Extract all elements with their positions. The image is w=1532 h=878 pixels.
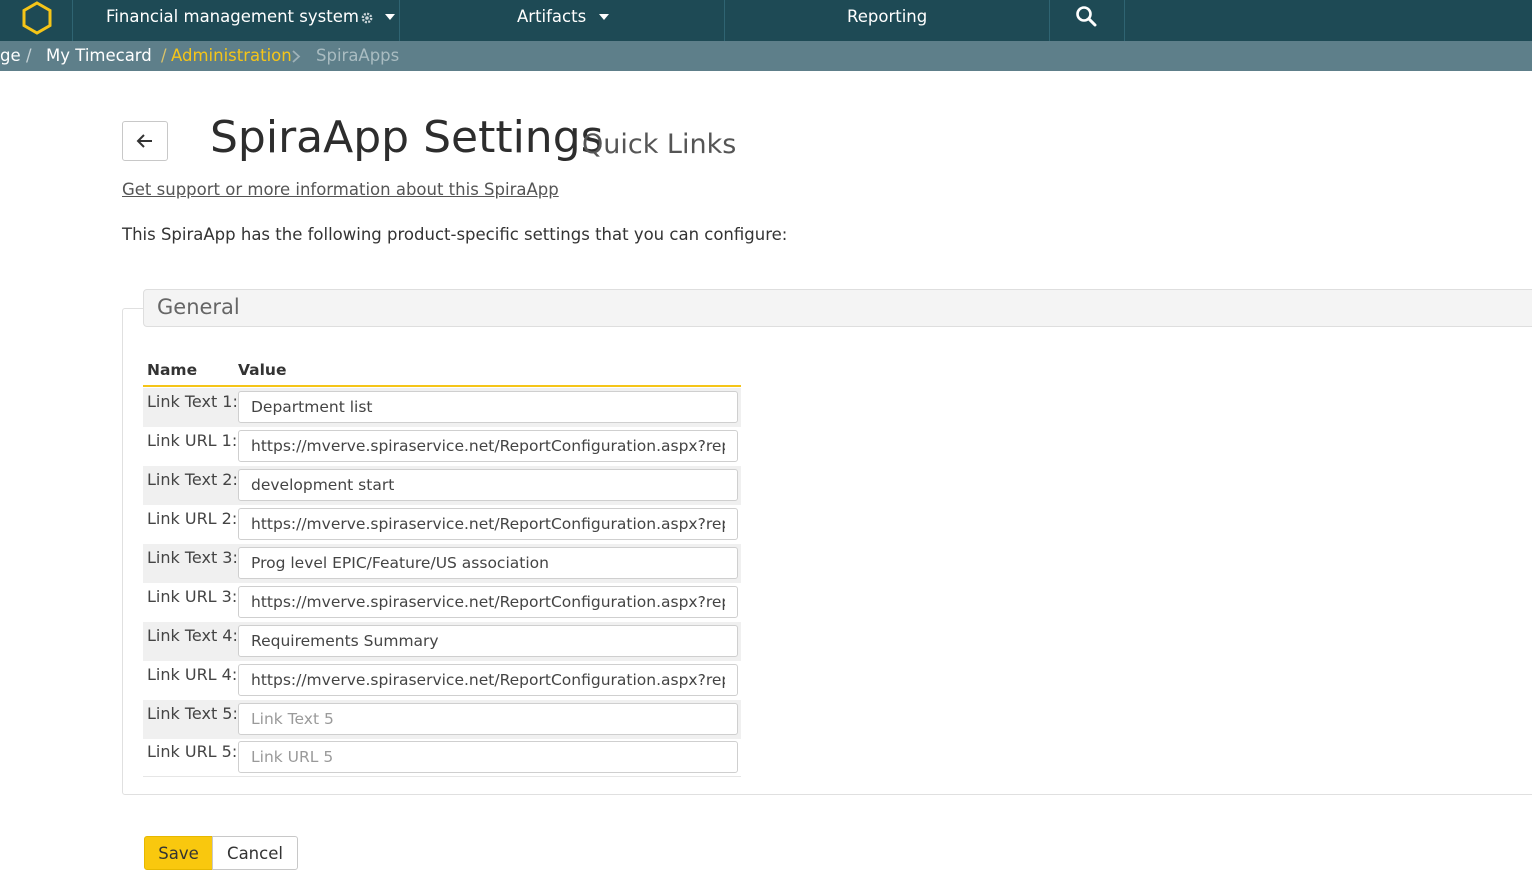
reporting-menu[interactable]: Reporting bbox=[847, 0, 927, 41]
breadcrumb-item-partial[interactable]: ge bbox=[0, 41, 21, 71]
nav-divider bbox=[1049, 0, 1050, 41]
setting-row-link-text-1: Link Text 1: bbox=[143, 388, 741, 427]
gear-icon bbox=[361, 12, 373, 24]
support-link[interactable]: Get support or more information about th… bbox=[122, 180, 559, 199]
breadcrumb-item-current: SpiraApps bbox=[316, 46, 400, 65]
section-title: General bbox=[157, 295, 240, 319]
setting-label: Link URL 4: bbox=[147, 665, 238, 684]
setting-row-link-url-5: Link URL 5: bbox=[143, 738, 741, 777]
link-url-1-input[interactable] bbox=[238, 430, 738, 462]
link-text-2-input[interactable] bbox=[238, 469, 738, 501]
setting-row-link-url-2: Link URL 2: bbox=[143, 505, 741, 544]
setting-row-link-url-1: Link URL 1: bbox=[143, 427, 741, 466]
link-text-1-input[interactable] bbox=[238, 391, 738, 423]
setting-row-link-text-2: Link Text 2: bbox=[143, 466, 741, 505]
chevron-down-icon bbox=[385, 14, 396, 20]
top-navigation-bar: Financial management system Artifacts Re… bbox=[0, 0, 1532, 41]
breadcrumb-separator: / bbox=[26, 46, 32, 65]
intro-text: This SpiraApp has the following product-… bbox=[122, 225, 788, 244]
link-text-4-input[interactable] bbox=[238, 625, 738, 657]
nav-divider bbox=[399, 0, 400, 41]
reporting-label: Reporting bbox=[847, 7, 928, 26]
link-text-3-input[interactable] bbox=[238, 547, 738, 579]
setting-row-link-text-4: Link Text 4: bbox=[143, 622, 741, 661]
setting-row-link-url-4: Link URL 4: bbox=[143, 661, 741, 700]
setting-label: Link URL 1: bbox=[147, 431, 238, 450]
setting-label: Link Text 4: bbox=[147, 626, 238, 645]
column-header-value: Value bbox=[238, 361, 287, 379]
save-button[interactable]: Save bbox=[144, 836, 213, 870]
setting-label: Link URL 5: bbox=[147, 742, 238, 761]
setting-row-link-url-3: Link URL 3: bbox=[143, 583, 741, 622]
link-url-3-input[interactable] bbox=[238, 586, 738, 618]
link-url-4-input[interactable] bbox=[238, 664, 738, 696]
chevron-right-icon bbox=[292, 50, 301, 63]
back-button[interactable] bbox=[122, 121, 168, 161]
nav-divider bbox=[724, 0, 725, 41]
breadcrumb-item-my-timecard[interactable]: My Timecard bbox=[46, 41, 152, 71]
breadcrumb-item-administration[interactable]: Administration bbox=[171, 41, 292, 71]
artifacts-label: Artifacts bbox=[517, 7, 587, 26]
arrow-left-icon bbox=[136, 134, 152, 148]
nav-divider bbox=[1124, 0, 1125, 41]
project-name: Financial management system bbox=[106, 7, 359, 26]
setting-label: Link URL 2: bbox=[147, 509, 238, 528]
header-divider bbox=[143, 385, 741, 387]
hexagon-logo-icon[interactable] bbox=[18, 0, 56, 38]
section-header bbox=[143, 289, 1532, 327]
setting-label: Link Text 1: bbox=[147, 392, 238, 411]
page-title: SpiraApp Settings bbox=[210, 112, 604, 163]
project-selector[interactable]: Financial management system bbox=[106, 0, 396, 41]
breadcrumb-separator: / bbox=[161, 46, 167, 65]
artifacts-menu[interactable]: Artifacts bbox=[517, 0, 610, 41]
setting-row-link-text-5: Link Text 5: bbox=[143, 700, 741, 739]
cancel-button[interactable]: Cancel bbox=[212, 836, 298, 870]
table-divider bbox=[143, 776, 741, 777]
setting-label: Link URL 3: bbox=[147, 587, 238, 606]
column-header-name: Name bbox=[147, 361, 198, 379]
setting-label: Link Text 2: bbox=[147, 470, 238, 489]
setting-row-link-text-3: Link Text 3: bbox=[143, 544, 741, 583]
breadcrumb: ge / My Timecard / Administration SpiraA… bbox=[0, 41, 1532, 71]
nav-divider bbox=[72, 0, 73, 41]
link-url-5-input[interactable] bbox=[238, 741, 738, 773]
setting-label: Link Text 5: bbox=[147, 704, 238, 723]
chevron-down-icon bbox=[599, 14, 610, 20]
search-icon[interactable] bbox=[1075, 5, 1097, 27]
setting-label: Link Text 3: bbox=[147, 548, 238, 567]
page-subtitle: Quick Links bbox=[582, 129, 737, 160]
link-text-5-input[interactable] bbox=[238, 703, 738, 735]
link-url-2-input[interactable] bbox=[238, 508, 738, 540]
